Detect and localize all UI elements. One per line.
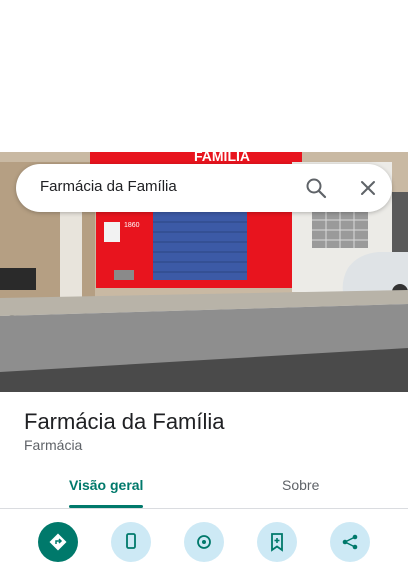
storefront-sign: FAMÍLIA	[194, 152, 250, 164]
directions-icon	[49, 533, 67, 551]
tab-overview[interactable]: Visão geral	[69, 477, 143, 493]
tab-about[interactable]: Sobre	[282, 477, 319, 493]
save-icon	[271, 533, 283, 552]
search-bar[interactable]: Farmácia da Família	[16, 164, 392, 212]
call-button[interactable]	[111, 522, 151, 562]
place-category: Farmácia	[24, 437, 83, 453]
nearby-button[interactable]	[184, 522, 224, 562]
phone-icon	[126, 533, 136, 549]
close-icon[interactable]	[356, 176, 380, 200]
share-icon	[342, 534, 358, 550]
share-button[interactable]	[330, 522, 370, 562]
search-input[interactable]: Farmácia da Família	[40, 178, 177, 195]
tabs-divider	[0, 508, 408, 509]
place-name: Farmácia da Família	[24, 409, 225, 434]
search-icon[interactable]	[304, 176, 328, 200]
storefront-number: 1860	[124, 222, 140, 229]
directions-button[interactable]	[38, 522, 78, 562]
nearby-icon	[197, 535, 211, 549]
save-button[interactable]	[257, 522, 297, 562]
